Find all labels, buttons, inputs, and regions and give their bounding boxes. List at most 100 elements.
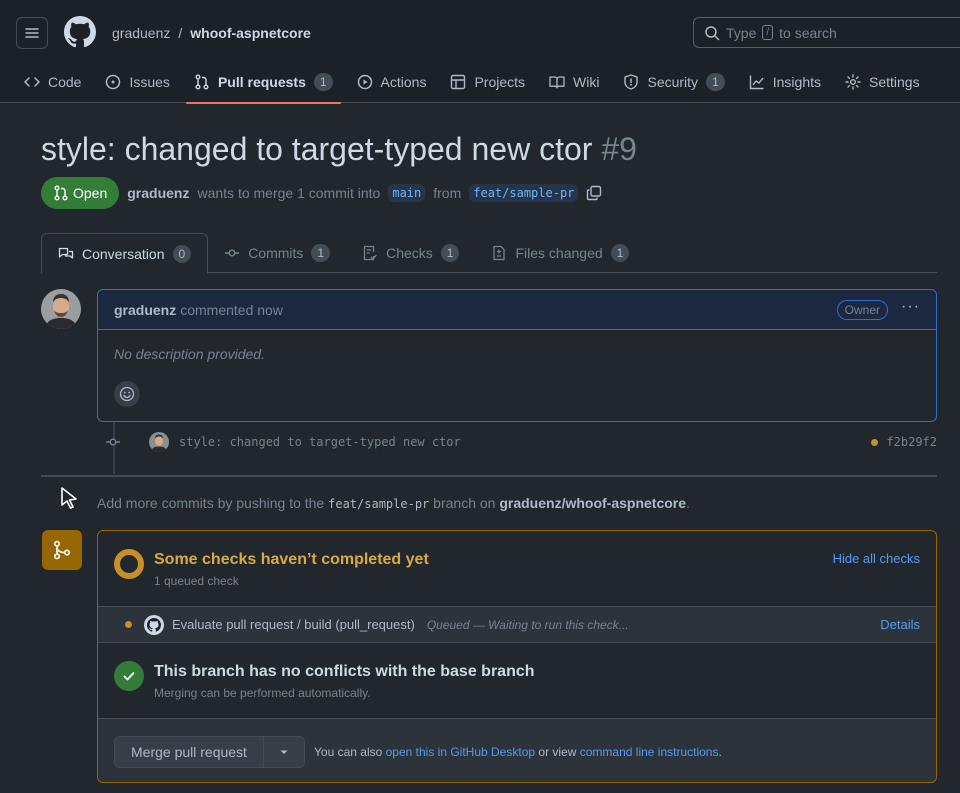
conflict-status: This branch has no conflicts with the ba…	[98, 643, 936, 718]
head-branch[interactable]: feat/sample-pr	[469, 184, 579, 202]
merge-method-dropdown[interactable]	[264, 737, 304, 767]
comment-body: No description provided.	[114, 346, 265, 362]
app-header: graduenz / whoof-aspnetcore Type / to se…	[0, 0, 960, 104]
code-icon	[24, 76, 40, 87]
comment-header: graduenz commented now Owner ···	[98, 290, 936, 330]
tab-security[interactable]: Security 1	[615, 60, 732, 103]
checklist-icon	[363, 245, 378, 261]
security-counter: 1	[706, 72, 725, 91]
checks-counter: 1	[440, 244, 460, 262]
push-hint-branch: feat/sample-pr	[328, 497, 430, 511]
check-details-link[interactable]: Details	[880, 617, 920, 632]
commit-author-avatar[interactable]	[149, 432, 169, 452]
tab-files-changed[interactable]: Files changed 1	[475, 233, 645, 273]
tab-wiki-label: Wiki	[573, 73, 600, 90]
menu-icon[interactable]	[16, 17, 48, 49]
merge-box: Some checks haven’t completed yet 1 queu…	[97, 530, 937, 783]
timeline-divider	[41, 475, 937, 477]
push-hint-prefix: Add more commits by pushing to the	[97, 495, 325, 511]
files-changed-counter: 1	[610, 244, 630, 262]
tab-actions-label: Actions	[380, 73, 427, 90]
tab-code-label: Code	[48, 73, 82, 90]
search-input[interactable]: Type / to search	[693, 17, 960, 48]
pr-title-text: style: changed to target-typed new ctor	[41, 131, 593, 167]
merge-footer: Merge pull request You can also open thi…	[98, 718, 936, 782]
tab-code[interactable]: Code	[16, 60, 89, 103]
merge-button-group: Merge pull request	[114, 736, 305, 768]
merge-pull-request-button[interactable]: Merge pull request	[115, 737, 264, 767]
owner-link[interactable]: graduenz	[112, 25, 170, 41]
tab-conversation[interactable]: Conversation 0	[41, 233, 209, 274]
check-circle-icon	[114, 661, 144, 691]
commit-message-link[interactable]: style: changed to target-typed new ctor	[179, 435, 461, 449]
base-branch[interactable]: main	[388, 184, 426, 202]
merge-description: wants to merge 1 commit into	[197, 185, 381, 201]
tab-insights-label: Insights	[772, 73, 821, 90]
tab-insights[interactable]: Insights	[741, 60, 829, 103]
comment-card: graduenz commented now Owner ··· No desc…	[97, 289, 937, 422]
check-item: Evaluate pull request / build (pull_requ…	[98, 606, 936, 643]
add-reaction-button[interactable]	[114, 381, 140, 407]
timeline-commit: style: changed to target-typed new ctor …	[105, 430, 937, 454]
table-icon	[451, 74, 466, 89]
tab-issues[interactable]: Issues	[97, 60, 177, 103]
tab-commits[interactable]: Commits 1	[208, 233, 346, 273]
tab-commits-label: Commits	[248, 245, 304, 261]
avatar[interactable]	[41, 289, 81, 329]
tab-wiki[interactable]: Wiki	[541, 60, 607, 103]
file-diff-icon	[493, 245, 506, 261]
checks-title: Some checks haven’t completed yet	[154, 551, 429, 568]
tab-settings[interactable]: Settings	[837, 60, 928, 103]
comment-author-link[interactable]: graduenz	[114, 302, 176, 318]
play-icon	[357, 74, 372, 89]
from-label: from	[433, 185, 462, 201]
pr-author-link[interactable]: graduenz	[127, 185, 189, 201]
comment-discussion-icon	[58, 247, 74, 259]
pr-meta: Open graduenz wants to merge 1 commit in…	[41, 177, 602, 209]
tab-pull-requests[interactable]: Pull requests 1	[185, 60, 341, 104]
check-status: Queued — Waiting to run this check...	[426, 617, 629, 632]
comment-action: commented now	[180, 301, 283, 318]
pr-tabs: Conversation 0 Commits 1 Checks 1 Files …	[41, 233, 937, 274]
github-logo-icon[interactable]	[64, 16, 96, 48]
checks-subtitle: 1 queued check	[154, 574, 239, 588]
graph-icon	[749, 75, 764, 89]
triangle-down-icon	[280, 750, 288, 754]
search-placeholder-prefix: Type	[726, 24, 757, 41]
tab-issues-label: Issues	[129, 73, 170, 90]
tab-files-changed-label: Files changed	[515, 245, 603, 261]
queued-status-dot	[125, 621, 132, 628]
merge-alt-period: .	[718, 745, 722, 759]
merge-also-text: You can also	[314, 745, 383, 759]
conversation-counter: 0	[172, 244, 192, 263]
push-hint-middle: branch on	[433, 495, 496, 511]
pending-status-dot[interactable]	[871, 438, 879, 446]
hide-all-checks-link[interactable]: Hide all checks	[833, 551, 920, 566]
open-desktop-link[interactable]: open this in GitHub Desktop	[386, 745, 535, 759]
repo-link[interactable]: whoof-aspnetcore	[190, 25, 311, 41]
pull-request-icon	[195, 74, 209, 89]
repo-nav: Code Issues Pull requests 1 Actions Proj…	[16, 60, 936, 104]
tab-settings-label: Settings	[869, 73, 920, 90]
conflict-title: This branch has no conflicts with the ba…	[154, 663, 535, 680]
conflict-subtitle: Merging can be performed automatically.	[154, 686, 371, 700]
copy-icon[interactable]	[586, 185, 602, 201]
page-title: style: changed to target-typed new ctor …	[41, 131, 637, 168]
git-merge-icon	[42, 530, 82, 570]
tab-actions[interactable]: Actions	[349, 60, 435, 103]
commit-sha-link[interactable]: f2b29f2	[886, 435, 937, 449]
push-hint-repo: graduenz/whoof-aspnetcore	[499, 495, 687, 511]
cli-instructions-link[interactable]: command line instructions	[580, 745, 719, 759]
issue-icon	[106, 74, 121, 89]
search-shortcut-key: /	[762, 25, 774, 40]
or-view-text: or view	[538, 745, 577, 759]
merge-alternatives: You can also open this in GitHub Desktop…	[314, 745, 722, 759]
kebab-menu-icon[interactable]: ···	[901, 298, 920, 316]
mouse-cursor-icon	[60, 487, 78, 512]
commit-icon	[225, 249, 240, 257]
tab-projects[interactable]: Projects	[442, 60, 533, 103]
book-icon	[549, 75, 565, 89]
tab-checks[interactable]: Checks 1	[346, 233, 475, 273]
pr-number: #9	[601, 131, 637, 167]
tab-security-label: Security	[647, 73, 699, 90]
